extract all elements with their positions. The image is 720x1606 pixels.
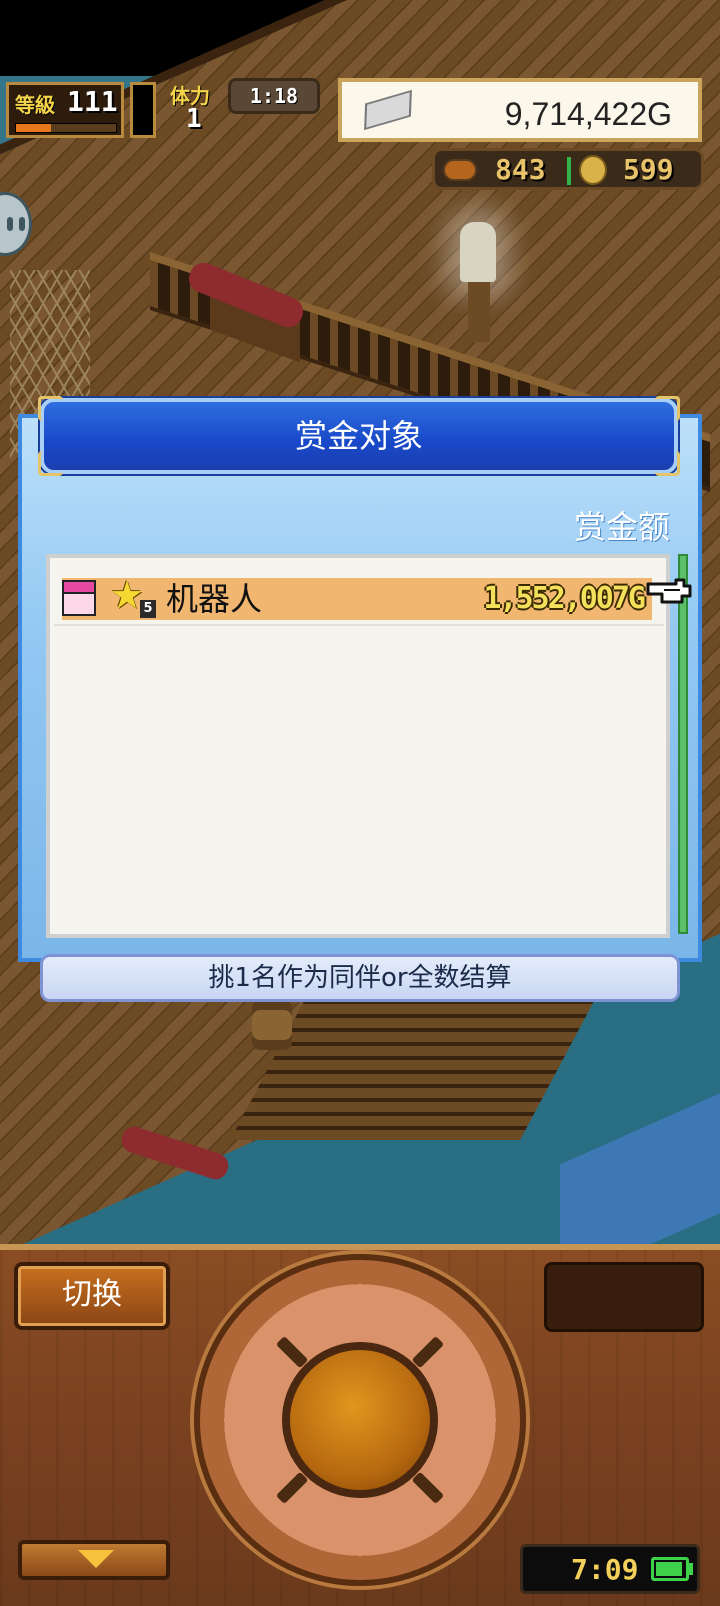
stamina-value: 1 — [186, 104, 202, 134]
battery-fill — [656, 1562, 682, 1576]
row-divider — [54, 624, 664, 626]
battery-icon — [651, 1557, 689, 1581]
gift-box-icon — [62, 580, 96, 616]
resource-divider — [567, 157, 571, 185]
instruction-note: 挑1名作为同伴or全数结算 — [40, 954, 680, 1002]
clock-display: 7:09 — [520, 1544, 700, 1594]
battery-tip — [689, 1563, 693, 1575]
level-panel: 等級 111 — [6, 82, 124, 138]
lantern-post — [468, 282, 490, 342]
experience-bar — [15, 123, 117, 133]
gold-value: 9,714,422G — [504, 96, 672, 132]
scrollbar[interactable] — [678, 554, 688, 934]
coin-count: 599 — [623, 153, 674, 186]
coin-icon — [579, 155, 607, 185]
dialog-header: 赏金对象 — [38, 396, 680, 476]
bounty-amount-header: 赏金额 — [573, 508, 670, 546]
star-icon: ★ — [110, 573, 145, 617]
lantern — [460, 222, 496, 282]
info-screen — [544, 1262, 704, 1332]
switch-button[interactable]: 切换 — [14, 1262, 170, 1330]
meat-icon — [443, 159, 477, 181]
clock-time: 7:09 — [571, 1553, 639, 1586]
resource-bar: 843 599 — [432, 148, 704, 190]
stamina-timer: 1:18 — [228, 78, 320, 114]
level-label: 等級 — [15, 93, 55, 117]
bounty-amount: 1,552,007G — [483, 581, 646, 616]
rank-badge: 5 — [140, 600, 156, 618]
silver-ingot-icon — [364, 89, 412, 131]
experience-fill — [16, 124, 51, 132]
barrel — [252, 1000, 292, 1050]
down-arrow-icon — [78, 1550, 114, 1568]
down-button[interactable] — [18, 1540, 170, 1580]
bounty-row[interactable]: ★ 5 机器人 1,552,007G — [62, 574, 652, 620]
level-value: 111 — [67, 85, 118, 118]
meat-count: 843 — [495, 153, 546, 186]
stamina-gauge — [130, 82, 156, 138]
action-button[interactable] — [282, 1342, 438, 1498]
dialog-title: 赏金对象 — [294, 417, 423, 455]
bounty-target-name: 机器人 — [166, 580, 263, 618]
pointing-hand-icon — [646, 578, 692, 604]
gold-panel: 9,714,422G — [338, 78, 702, 142]
